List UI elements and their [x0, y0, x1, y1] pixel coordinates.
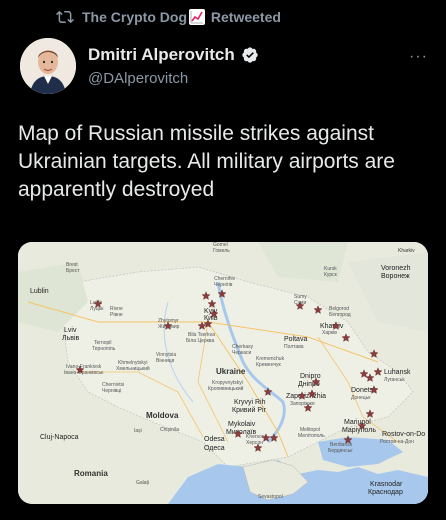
map-label: Lublin: [30, 288, 49, 295]
verified-badge-icon: [242, 47, 258, 63]
map-label: Kharkiv: [320, 323, 344, 330]
map-label: Luhansk: [384, 369, 411, 376]
map-label: Mykolaiv: [228, 421, 256, 428]
map-label: Мелітополь: [298, 433, 325, 439]
map-label: Бердянськ: [328, 448, 353, 454]
map-label: Sevastopol: [258, 494, 283, 500]
map-label: Odesa: [204, 436, 225, 443]
map-label: Mariupol: [344, 419, 371, 426]
map-label: Луцьк: [90, 306, 104, 312]
map-label: Запоріжжя: [290, 401, 315, 407]
map-label: Черкаси: [232, 350, 251, 356]
retweet-header[interactable]: The Crypto Dog Retweeted: [56, 8, 281, 26]
map-label: Донецьк: [351, 395, 371, 401]
map-label: Dnipro: [300, 373, 321, 380]
map-label: Хмельницький: [116, 365, 150, 372]
map-label: Rostov-on-Do: [382, 431, 425, 438]
map-label: Белгород: [329, 312, 351, 318]
map-label: Маріуполь: [342, 426, 376, 434]
map-label: Kryvyi Rih: [234, 399, 266, 406]
map-label: Moldova: [146, 411, 179, 420]
map-label: Гомель: [213, 248, 230, 254]
map-label: Львів: [62, 334, 80, 342]
more-options-icon[interactable]: ···: [409, 48, 428, 66]
strike-map-image[interactable]: Brest Брест Gomel Гомель Chernihiv Черні…: [18, 242, 428, 504]
map-label: Тернопіль: [92, 346, 116, 352]
retweet-icon: [56, 10, 74, 24]
map-label: Poltava: [284, 336, 307, 343]
map-label: Вінниця: [156, 358, 175, 364]
chart-increasing-icon: [189, 9, 205, 25]
map-label: Рівне: [110, 312, 123, 318]
retweet-user[interactable]: The Crypto Dog: [82, 9, 187, 25]
author-name[interactable]: Dmitri Alperovitch: [88, 45, 235, 65]
map-label: Кривий Ріг: [232, 406, 267, 414]
map-label: Харків: [322, 330, 337, 336]
map-label: Біла Церква: [186, 338, 215, 344]
map-label: Чернівці: [102, 388, 121, 394]
map-label: Кропивницький: [208, 385, 244, 392]
retweet-label: Retweeted: [210, 9, 281, 25]
map-label: Краснодар: [368, 489, 403, 496]
map-label: Луганськ: [384, 377, 405, 383]
map-label: Полтава: [284, 344, 304, 350]
map-label: Krasnodar: [370, 481, 403, 488]
map-label: Voronezh: [381, 265, 411, 272]
map-label: Lviv: [64, 327, 77, 334]
map-label: Івано-Франківськ: [64, 370, 104, 376]
author-name-row[interactable]: Dmitri Alperovitch: [88, 45, 259, 65]
map-label: Курск: [324, 272, 338, 278]
map-label: Одеса: [204, 445, 225, 452]
map-label: Кременчук: [256, 362, 282, 368]
svg-text:Kharkiv: Kharkiv: [398, 248, 415, 254]
map-label: Чернігів: [214, 282, 233, 288]
map-label: Zaporizhzhia: [286, 393, 326, 400]
map-label: Воронеж: [381, 273, 410, 280]
map-label: Galați: [136, 480, 149, 486]
map-label: Iași: [134, 428, 142, 434]
map-label: Ukraine: [216, 367, 246, 376]
map-label: Chișinău: [160, 427, 180, 433]
map-label: Romania: [74, 469, 108, 478]
author-handle[interactable]: @DAlperovitch: [88, 70, 188, 87]
tweet-text: Map of Russian missile strikes against U…: [18, 122, 395, 201]
map-label: Cluj-Napoca: [40, 434, 79, 441]
map-label: Ростов-на-Дон: [380, 439, 414, 445]
map-label: Брест: [66, 268, 80, 274]
map-label: Херсон: [246, 440, 263, 446]
avatar[interactable]: [20, 38, 76, 94]
